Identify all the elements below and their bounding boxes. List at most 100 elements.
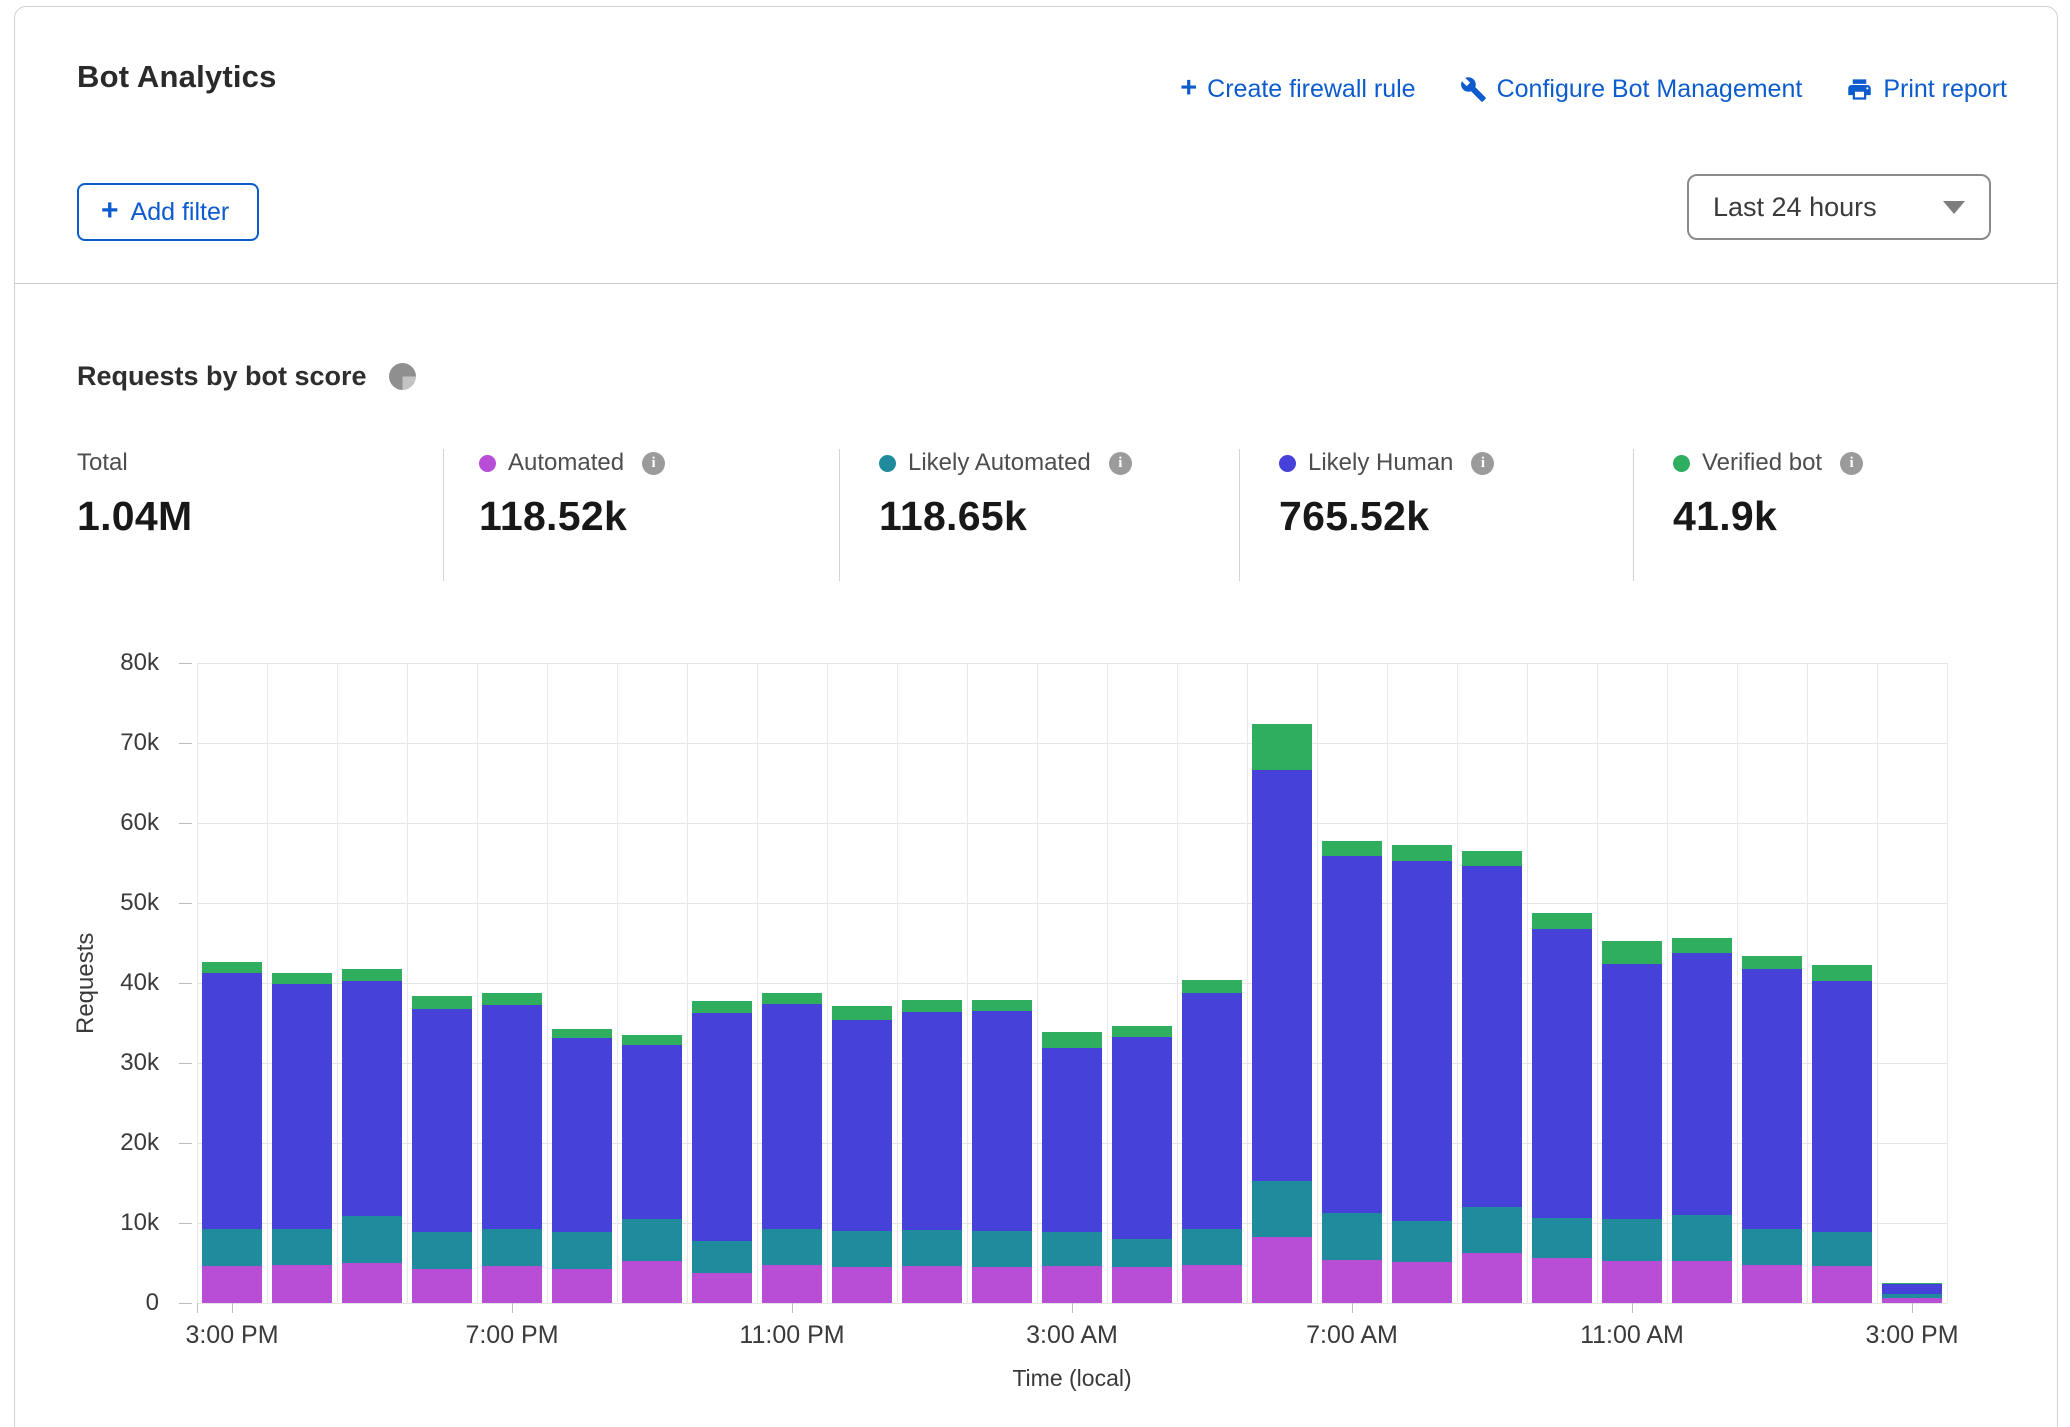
- y-axis-tick-label: 0: [146, 1289, 159, 1317]
- bar-segment-verified-bot: [1392, 845, 1452, 862]
- bar-segment-likely-automated: [412, 1232, 472, 1269]
- chart-bar[interactable]: [622, 1035, 682, 1303]
- add-filter-label: Add filter: [131, 198, 230, 227]
- link-label: Print report: [1883, 75, 2007, 104]
- bar-segment-likely-automated: [1252, 1181, 1312, 1237]
- bar-segment-automated: [1462, 1253, 1522, 1303]
- bar-segment-likely-automated: [342, 1216, 402, 1263]
- printer-icon: [1846, 76, 1873, 103]
- chart-bar[interactable]: [412, 996, 472, 1303]
- link-label: Create firewall rule: [1207, 75, 1415, 104]
- x-axis-title: Time (local): [197, 1365, 1947, 1392]
- bar-segment-automated: [1112, 1267, 1172, 1303]
- bar-segment-likely-human: [832, 1020, 892, 1231]
- chart-bar[interactable]: [202, 962, 262, 1303]
- bar-segment-automated: [622, 1261, 682, 1303]
- chart-bar[interactable]: [1322, 841, 1382, 1303]
- chart-bar[interactable]: [1112, 1026, 1172, 1303]
- plus-icon: +: [1180, 74, 1197, 103]
- bar-segment-verified-bot: [972, 1000, 1032, 1011]
- stat-label: Likely Human: [1308, 449, 1453, 477]
- info-icon[interactable]: i: [1471, 452, 1494, 475]
- x-axis-tick: [792, 1303, 793, 1313]
- bar-segment-likely-human: [1742, 969, 1802, 1229]
- chart-bar[interactable]: [902, 1000, 962, 1303]
- x-axis-tick-label: 3:00 AM: [1026, 1321, 1118, 1350]
- time-range-select[interactable]: Last 24 hours: [1687, 174, 1991, 240]
- bar-segment-likely-human: [1042, 1048, 1102, 1232]
- bar-segment-verified-bot: [1462, 851, 1522, 866]
- y-axis-tick-label: 20k: [120, 1129, 159, 1157]
- chart-bar[interactable]: [1462, 851, 1522, 1303]
- print-report-link[interactable]: Print report: [1846, 75, 2007, 104]
- chart-bar[interactable]: [1392, 845, 1452, 1303]
- bar-segment-verified-bot: [1882, 1283, 1942, 1284]
- chart-bar[interactable]: [972, 1000, 1032, 1303]
- bar-segment-likely-human: [972, 1011, 1032, 1231]
- bar-segment-likely-automated: [202, 1229, 262, 1266]
- bar-segment-likely-automated: [1462, 1207, 1522, 1253]
- x-axis-tick-label: 7:00 PM: [465, 1321, 558, 1350]
- chart-bar[interactable]: [1672, 938, 1732, 1303]
- bot-analytics-card: Bot Analytics + Create firewall rule Con…: [14, 6, 2058, 1427]
- chart-bar[interactable]: [1252, 724, 1312, 1303]
- bar-segment-verified-bot: [482, 993, 542, 1005]
- bar-segment-likely-automated: [1042, 1232, 1102, 1266]
- y-axis-tick: [179, 903, 192, 904]
- info-icon[interactable]: i: [642, 452, 665, 475]
- stat-value: 41.9k: [1673, 493, 1863, 540]
- bar-segment-verified-bot: [1812, 965, 1872, 981]
- configure-bot-management-link[interactable]: Configure Bot Management: [1460, 75, 1803, 104]
- chart-bar[interactable]: [482, 993, 542, 1303]
- link-label: Configure Bot Management: [1497, 75, 1803, 104]
- gridline-h: [197, 743, 1947, 744]
- chart-bar[interactable]: [342, 969, 402, 1303]
- chart-bar[interactable]: [1042, 1032, 1102, 1303]
- y-axis-tick-label: 10k: [120, 1209, 159, 1237]
- bar-segment-likely-human: [1532, 929, 1592, 1219]
- bar-segment-verified-bot: [1672, 938, 1732, 953]
- bar-segment-automated: [412, 1269, 472, 1303]
- bar-segment-verified-bot: [762, 993, 822, 1003]
- bar-segment-likely-automated: [272, 1229, 332, 1266]
- bar-segment-automated: [1602, 1261, 1662, 1303]
- chart-bar[interactable]: [552, 1029, 612, 1303]
- bar-segment-likely-human: [1322, 856, 1382, 1214]
- bar-segment-likely-human: [552, 1038, 612, 1232]
- bar-segment-likely-automated: [622, 1219, 682, 1261]
- create-firewall-rule-link[interactable]: + Create firewall rule: [1180, 75, 1415, 104]
- chart-bar[interactable]: [1882, 1283, 1942, 1303]
- bar-segment-automated: [692, 1273, 752, 1303]
- bar-segment-likely-automated: [1602, 1219, 1662, 1261]
- chevron-down-icon: [1943, 201, 1965, 214]
- pie-chart-icon: [389, 363, 416, 390]
- x-axis-tick: [197, 1303, 198, 1313]
- bar-segment-automated: [972, 1267, 1032, 1303]
- x-axis-tick-label: 3:00 PM: [185, 1321, 278, 1350]
- y-axis-tick-label: 30k: [120, 1049, 159, 1077]
- chart-bar[interactable]: [1812, 965, 1872, 1303]
- bar-segment-likely-human: [1182, 993, 1242, 1230]
- chart-bar[interactable]: [1182, 980, 1242, 1303]
- bar-segment-likely-automated: [1882, 1294, 1942, 1298]
- add-filter-button[interactable]: + Add filter: [77, 183, 259, 241]
- bar-segment-verified-bot: [902, 1000, 962, 1012]
- bar-segment-likely-automated: [482, 1229, 542, 1267]
- chart-bar[interactable]: [272, 973, 332, 1303]
- chart-bar[interactable]: [1602, 941, 1662, 1303]
- chart-bar[interactable]: [1532, 913, 1592, 1303]
- chart-bar[interactable]: [1742, 956, 1802, 1303]
- chart-bar[interactable]: [692, 1001, 752, 1303]
- bar-segment-likely-automated: [762, 1229, 822, 1265]
- info-icon[interactable]: i: [1109, 452, 1132, 475]
- y-axis-tick: [179, 1143, 192, 1144]
- bar-segment-likely-human: [692, 1013, 752, 1241]
- bar-segment-verified-bot: [832, 1006, 892, 1020]
- time-range-value: Last 24 hours: [1713, 192, 1877, 223]
- y-axis-tick: [179, 1223, 192, 1224]
- chart-bar[interactable]: [762, 993, 822, 1303]
- chart-bar[interactable]: [832, 1006, 892, 1303]
- info-icon[interactable]: i: [1840, 452, 1863, 475]
- bar-segment-verified-bot: [1042, 1032, 1102, 1048]
- bar-segment-likely-human: [1462, 866, 1522, 1207]
